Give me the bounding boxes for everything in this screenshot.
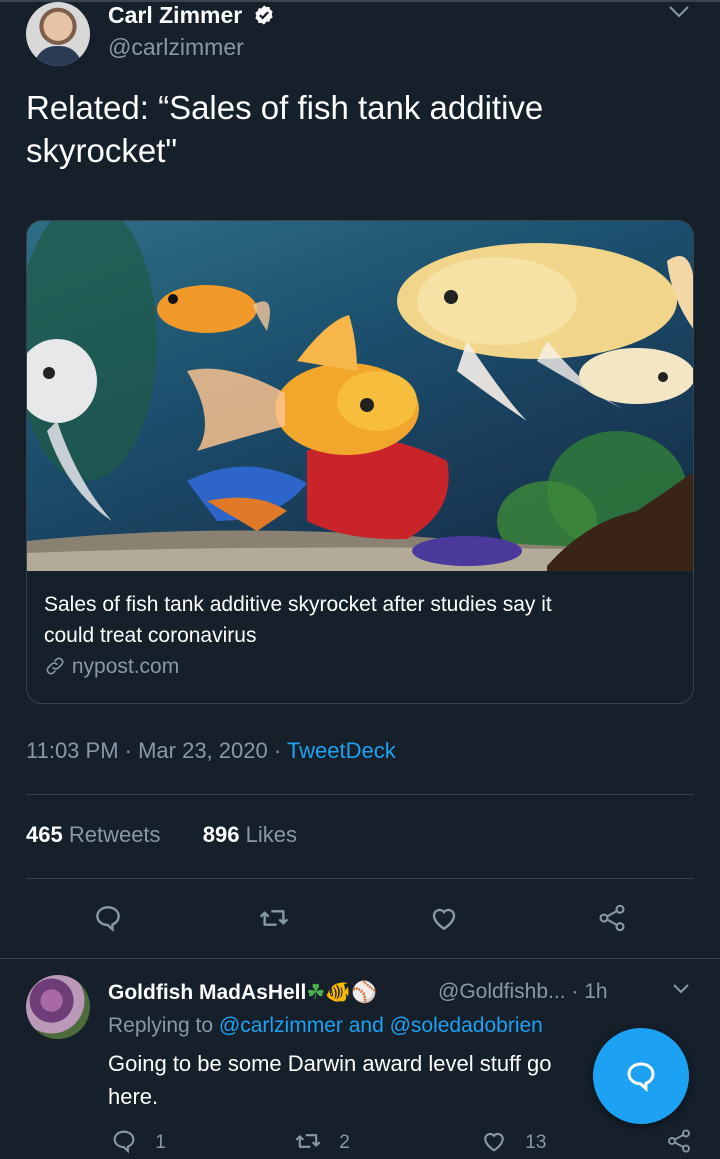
retweet-icon xyxy=(295,1134,321,1148)
replying-to: Replying to @carlzimmer and @soledadobri… xyxy=(108,1014,543,1038)
reply-icon xyxy=(113,1130,135,1154)
card-title: Sales of fish tank additive skyrocket af… xyxy=(44,589,674,651)
reply-reply-button[interactable]: 1 xyxy=(110,1127,166,1155)
card-image xyxy=(27,221,693,571)
reply-text: Going to be some Darwin award level stuf… xyxy=(108,1047,628,1113)
reply-retweet-button[interactable]: 2 xyxy=(294,1127,350,1155)
reply-time: · 1h xyxy=(565,980,608,1003)
retweets-count: 465 xyxy=(26,822,63,847)
tweet-client[interactable]: TweetDeck xyxy=(287,738,396,763)
likes-label: Likes xyxy=(239,822,297,847)
reply-icon xyxy=(96,906,120,933)
like-count: 13 xyxy=(525,1132,547,1153)
reply-text-line: here. xyxy=(108,1084,159,1109)
compose-reply-button[interactable] xyxy=(593,1028,689,1124)
reply-author-name[interactable]: Goldfish MadAsHell☘🐠⚾ xyxy=(108,980,377,1005)
retweet-button[interactable] xyxy=(258,902,290,934)
tweet-text: Related: “Sales of fish tank additive sk… xyxy=(26,86,686,172)
tweet-text-line: skyrocket" xyxy=(26,132,178,169)
tweet-stats: 465 Retweets 896 Likes xyxy=(26,822,297,848)
author-name-text: Carl Zimmer xyxy=(108,2,243,28)
chevron-down-icon[interactable] xyxy=(668,4,690,20)
reply-text-line: Going to be some Darwin award level stuf… xyxy=(108,1051,552,1076)
author-avatar[interactable] xyxy=(26,2,90,66)
retweets-label: Retweets xyxy=(62,822,161,847)
divider xyxy=(0,958,720,959)
name-emojis: ☘🐠⚾ xyxy=(306,980,378,1004)
verified-badge-icon xyxy=(254,5,273,25)
aquarium-illustration xyxy=(27,221,693,571)
link-icon xyxy=(46,657,64,675)
tweet-timestamp[interactable]: 11:03 PM · Mar 23, 2020 · xyxy=(26,738,287,763)
tweet-meta: 11:03 PM · Mar 23, 2020 · TweetDeck xyxy=(26,738,396,764)
card-source-domain: nypost.com xyxy=(71,655,180,678)
likes-stat[interactable]: 896 Likes xyxy=(203,822,297,847)
retweets-stat[interactable]: 465 Retweets xyxy=(26,822,161,847)
tweet-text-line: Related: “Sales of fish tank additive xyxy=(26,89,544,126)
reply-author-avatar[interactable] xyxy=(26,975,90,1039)
reply-author-handle[interactable]: @Goldfishb... · 1h xyxy=(438,980,608,1004)
divider xyxy=(26,878,694,879)
retweet-icon xyxy=(259,910,289,926)
divider xyxy=(26,794,694,795)
share-icon xyxy=(668,1129,690,1153)
author-handle[interactable]: @carlzimmer xyxy=(108,34,244,61)
card-title-line: could treat coronavirus xyxy=(44,624,257,647)
share-icon xyxy=(599,904,625,932)
share-button[interactable] xyxy=(596,902,628,934)
card-source: nypost.com xyxy=(44,655,179,679)
retweet-count: 2 xyxy=(339,1132,350,1153)
heart-icon xyxy=(484,1132,504,1152)
replying-prefix: Replying to xyxy=(108,1014,219,1037)
chevron-down-icon[interactable] xyxy=(672,982,690,996)
likes-count: 896 xyxy=(202,822,240,847)
card-title-line: Sales of fish tank additive skyrocket af… xyxy=(44,593,552,616)
link-card[interactable]: Sales of fish tank additive skyrocket af… xyxy=(26,220,694,704)
reply-like-button[interactable]: 13 xyxy=(480,1127,546,1155)
compose-reply-icon xyxy=(627,1062,655,1093)
reply-author-name-text: Goldfish MadAsHell xyxy=(108,981,307,1004)
reply-share-button[interactable] xyxy=(665,1127,693,1155)
replying-to-handles[interactable]: @carlzimmer and @soledadobrien xyxy=(219,1014,543,1037)
reply-count: 1 xyxy=(155,1132,166,1153)
heart-icon xyxy=(432,908,456,931)
reply-action-bar: 1 2 13 xyxy=(0,1127,720,1157)
like-button[interactable] xyxy=(428,902,460,934)
author-name[interactable]: Carl Zimmer xyxy=(108,2,275,29)
reply-button[interactable] xyxy=(92,902,124,934)
reply-handle-text: @Goldfishb... xyxy=(438,980,566,1003)
